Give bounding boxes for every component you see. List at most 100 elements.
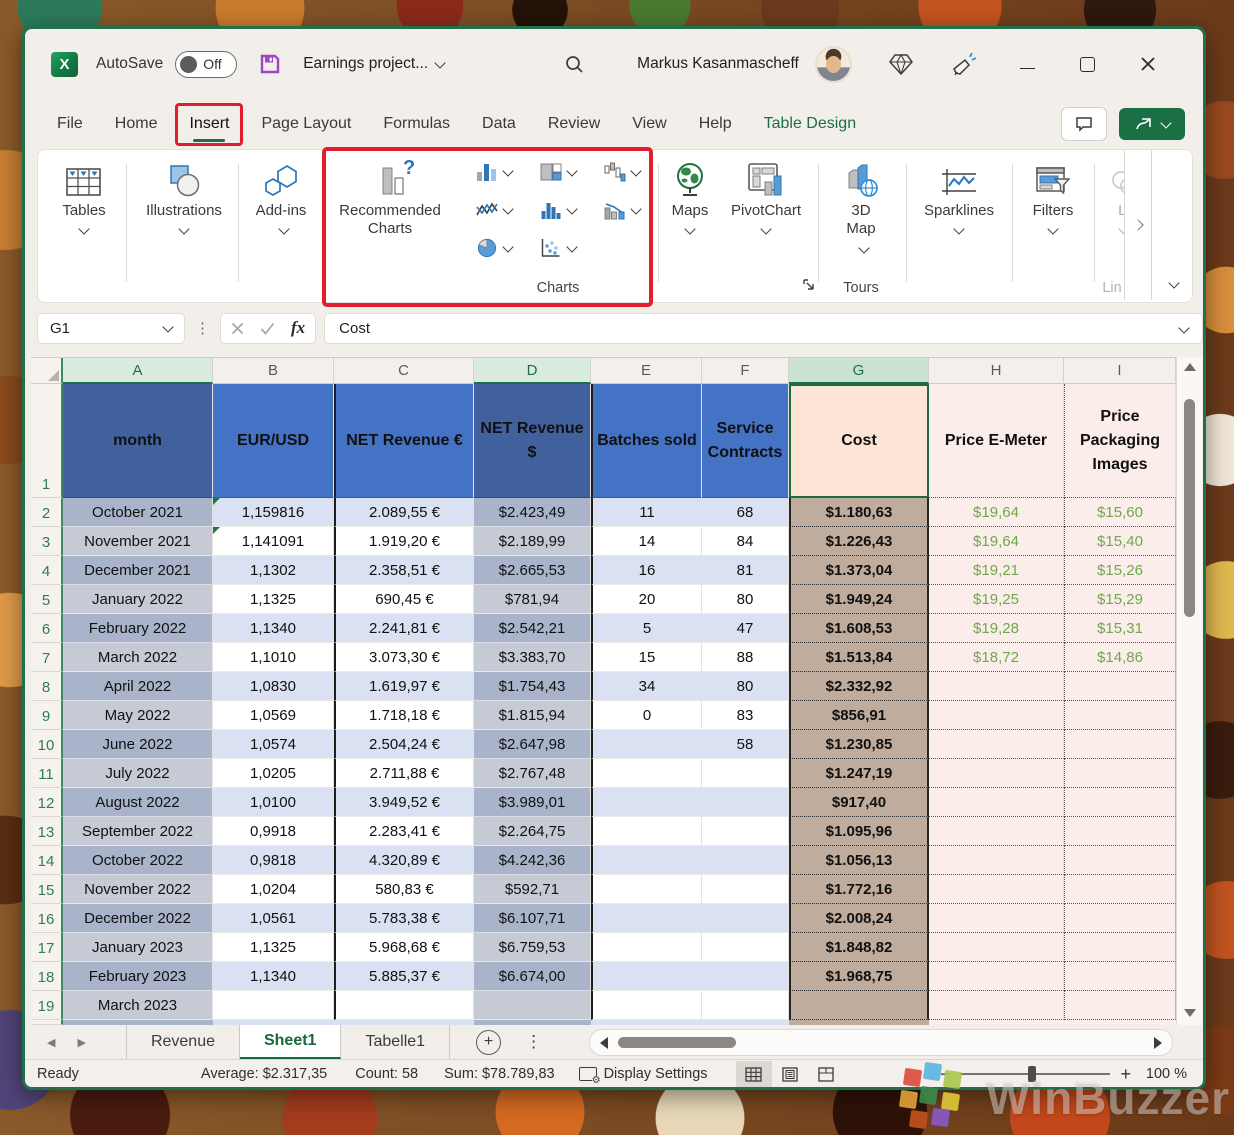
cell[interactable]: $4.242,36 bbox=[474, 846, 591, 875]
cell[interactable]: 58 bbox=[702, 730, 789, 759]
pivotchart-button[interactable]: PivotChart bbox=[722, 158, 810, 233]
row-header[interactable]: 11 bbox=[31, 759, 63, 788]
cell[interactable] bbox=[474, 991, 591, 1020]
cell[interactable]: $6.759,53 bbox=[474, 933, 591, 962]
column-header-c[interactable]: C bbox=[334, 358, 474, 384]
cell[interactable]: 80 bbox=[702, 672, 789, 701]
cell[interactable] bbox=[591, 933, 702, 962]
save-icon[interactable] bbox=[259, 53, 281, 75]
cell[interactable]: $1.848,82 bbox=[789, 933, 929, 962]
maximize-button[interactable] bbox=[1078, 54, 1098, 74]
cell[interactable]: 1,1302 bbox=[213, 556, 334, 585]
zoom-slider[interactable] bbox=[960, 1073, 1110, 1075]
cell[interactable]: August 2022 bbox=[63, 788, 213, 817]
cell[interactable] bbox=[929, 788, 1064, 817]
cell[interactable]: $1.180,63 bbox=[789, 498, 929, 527]
cell[interactable]: $3.989,01 bbox=[474, 788, 591, 817]
cell[interactable]: 88 bbox=[702, 643, 789, 672]
cell[interactable]: $2.665,53 bbox=[474, 556, 591, 585]
minimize-button[interactable] bbox=[1018, 54, 1038, 74]
cell[interactable] bbox=[1064, 730, 1176, 759]
cell[interactable]: December 2022 bbox=[63, 904, 213, 933]
cell[interactable]: $1.968,75 bbox=[789, 962, 929, 991]
cell[interactable]: July 2022 bbox=[63, 759, 213, 788]
row-header[interactable]: 7 bbox=[31, 643, 63, 672]
cell[interactable] bbox=[929, 875, 1064, 904]
cell[interactable]: $15,26 bbox=[1064, 556, 1176, 585]
cell[interactable]: $1.056,13 bbox=[789, 846, 929, 875]
cell[interactable]: 1,1325 bbox=[213, 933, 334, 962]
cell[interactable] bbox=[702, 788, 789, 817]
tabbar-options-icon[interactable]: ⋮ bbox=[525, 1032, 542, 1052]
autosave-toggle[interactable]: Off bbox=[175, 51, 237, 78]
cell[interactable] bbox=[702, 846, 789, 875]
cell[interactable] bbox=[929, 730, 1064, 759]
cell[interactable]: $1.513,84 bbox=[789, 643, 929, 672]
cell[interactable]: June 2022 bbox=[63, 730, 213, 759]
cell[interactable]: 1.619,97 € bbox=[334, 672, 474, 701]
line-chart-button[interactable] bbox=[462, 196, 526, 224]
cell[interactable] bbox=[702, 817, 789, 846]
cell[interactable]: 1,0205 bbox=[213, 759, 334, 788]
cell[interactable]: $19,28 bbox=[929, 614, 1064, 643]
recommended-charts-button[interactable]: ? Recommended Charts bbox=[334, 158, 454, 239]
cell[interactable]: 1,1010 bbox=[213, 643, 334, 672]
cell[interactable] bbox=[334, 991, 474, 1020]
cell[interactable]: 2.504,24 € bbox=[334, 730, 474, 759]
column-header-e[interactable]: E bbox=[591, 358, 702, 384]
row-header[interactable]: 16 bbox=[31, 904, 63, 933]
header-cell-c[interactable]: NET Revenue € bbox=[334, 384, 474, 498]
sheet-tab-tabelle1[interactable]: Tabelle1 bbox=[341, 1025, 450, 1059]
row-header[interactable]: 19 bbox=[31, 991, 63, 1020]
cell[interactable]: February 2022 bbox=[63, 614, 213, 643]
ribbon-collapse-button[interactable] bbox=[1170, 274, 1178, 292]
status-average[interactable]: Average: $2.317,35 bbox=[201, 1066, 327, 1082]
cell[interactable]: $1.754,43 bbox=[474, 672, 591, 701]
cell[interactable]: 0,9918 bbox=[213, 817, 334, 846]
cell[interactable]: 34 bbox=[591, 672, 702, 701]
scroll-right-icon[interactable] bbox=[1154, 1037, 1162, 1049]
tab-review[interactable]: Review bbox=[548, 115, 600, 133]
cell[interactable]: 68 bbox=[702, 498, 789, 527]
normal-view-button[interactable] bbox=[736, 1061, 772, 1087]
cell[interactable]: 1.919,20 € bbox=[334, 527, 474, 556]
cell[interactable] bbox=[929, 817, 1064, 846]
cell[interactable]: 1,0100 bbox=[213, 788, 334, 817]
column-chart-button[interactable] bbox=[462, 158, 526, 186]
tab-formulas[interactable]: Formulas bbox=[383, 115, 450, 133]
cell[interactable]: $3.383,70 bbox=[474, 643, 591, 672]
enter-icon[interactable] bbox=[260, 322, 275, 335]
header-cell-i[interactable]: Price Packaging Images bbox=[1064, 384, 1176, 498]
row-header[interactable]: 14 bbox=[31, 846, 63, 875]
header-cell-a[interactable]: month bbox=[63, 384, 213, 498]
charts-dialog-launcher[interactable] bbox=[802, 278, 815, 291]
cell[interactable]: $1.226,43 bbox=[789, 527, 929, 556]
cell[interactable]: January 2022 bbox=[63, 585, 213, 614]
row-header[interactable]: 18 bbox=[31, 962, 63, 991]
sparklines-button[interactable]: Sparklines bbox=[912, 158, 1006, 233]
cell[interactable] bbox=[591, 730, 702, 759]
cell[interactable]: 1,141091 bbox=[213, 527, 334, 556]
cell[interactable]: $1.373,04 bbox=[789, 556, 929, 585]
cell[interactable]: 11 bbox=[591, 498, 702, 527]
row-header[interactable]: 2 bbox=[31, 498, 63, 527]
cell[interactable]: 84 bbox=[702, 527, 789, 556]
cell[interactable]: 0,9818 bbox=[213, 846, 334, 875]
formula-input[interactable]: Cost bbox=[324, 313, 1203, 344]
cell[interactable]: $6.107,71 bbox=[474, 904, 591, 933]
pie-chart-button[interactable] bbox=[462, 234, 526, 262]
cell[interactable] bbox=[591, 788, 702, 817]
cell[interactable]: $19,25 bbox=[929, 585, 1064, 614]
cell[interactable] bbox=[1064, 672, 1176, 701]
cell[interactable]: $1.949,24 bbox=[789, 585, 929, 614]
cell[interactable]: 3.073,30 € bbox=[334, 643, 474, 672]
vertical-scroll-thumb[interactable] bbox=[1184, 399, 1195, 617]
cell[interactable] bbox=[929, 759, 1064, 788]
cell[interactable] bbox=[591, 875, 702, 904]
cell[interactable]: 0 bbox=[591, 701, 702, 730]
cancel-icon[interactable] bbox=[231, 322, 244, 335]
cell[interactable]: 14 bbox=[591, 527, 702, 556]
tables-button[interactable]: Tables bbox=[44, 158, 124, 233]
cell[interactable]: $2.542,21 bbox=[474, 614, 591, 643]
cell[interactable]: 16 bbox=[591, 556, 702, 585]
